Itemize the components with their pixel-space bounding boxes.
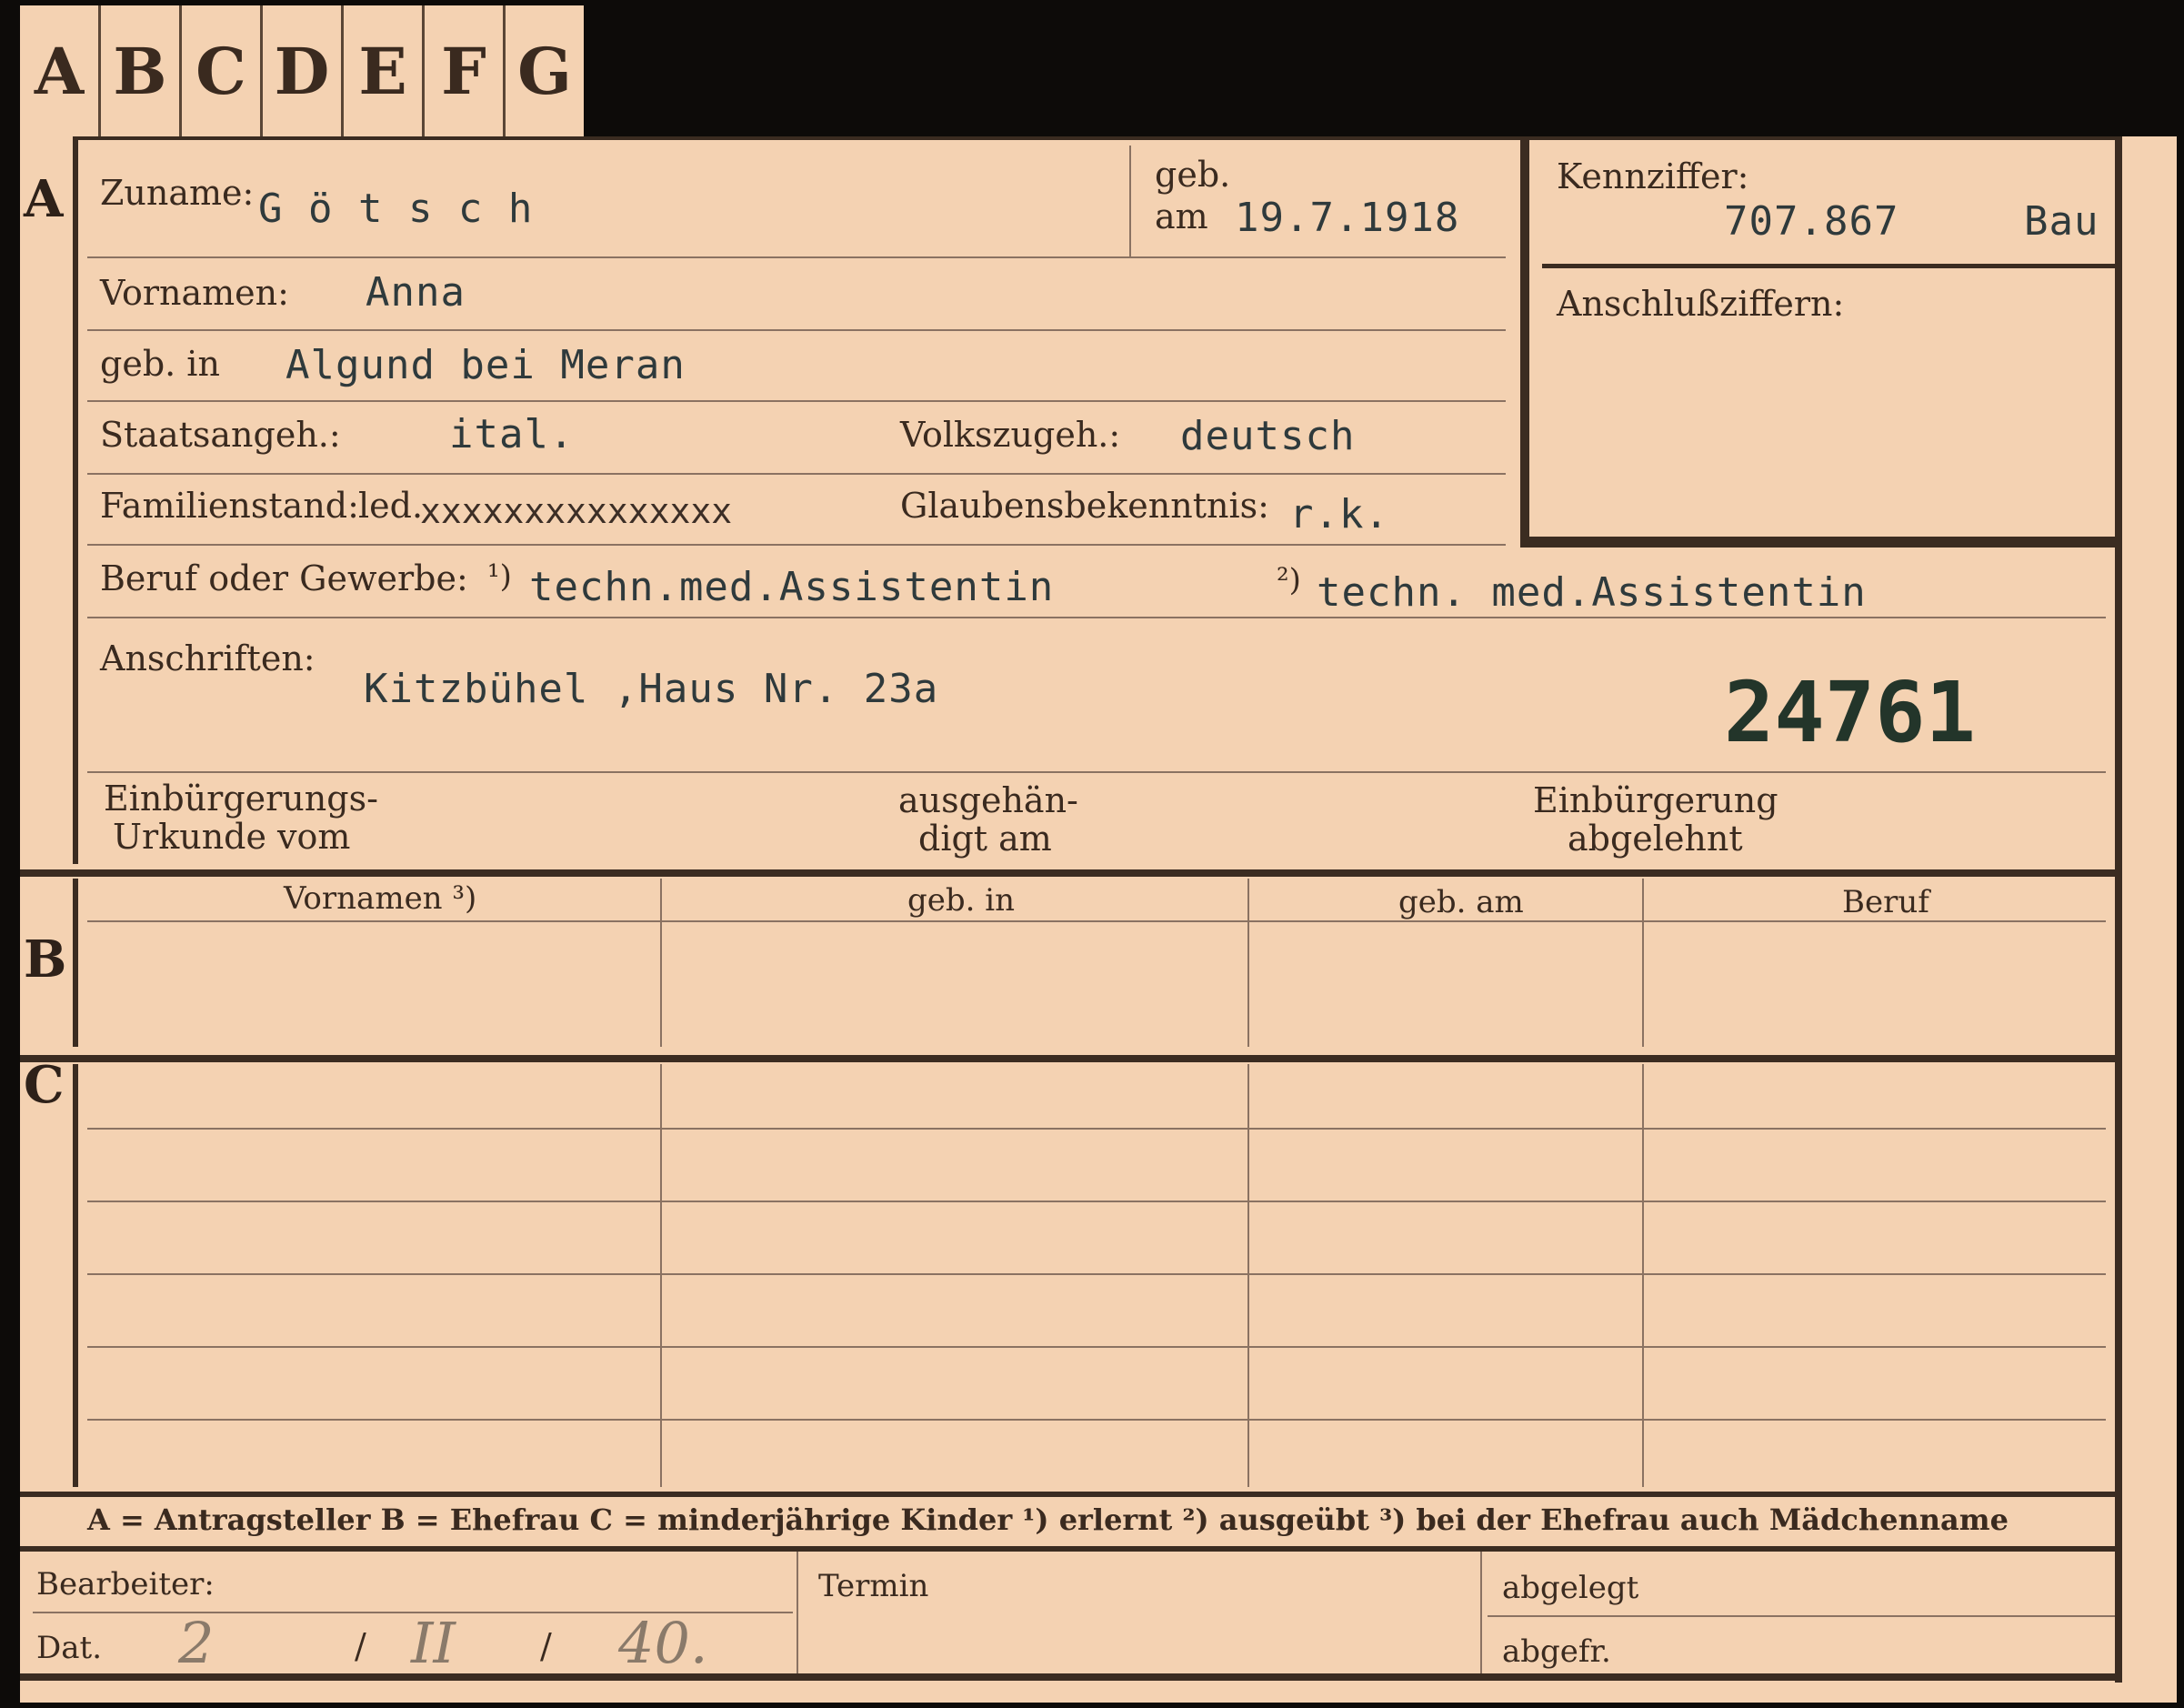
bearbeiter-label: Bearbeiter:	[36, 1566, 215, 1603]
section-b-letter: B	[24, 929, 67, 990]
rule-c-row-4	[87, 1346, 2106, 1348]
rule-b-header	[87, 920, 2106, 922]
b-col-gebin: geb. in	[907, 882, 1016, 919]
dat-sep-2: /	[540, 1626, 552, 1666]
tab-g[interactable]: G	[506, 5, 584, 136]
col-div-3-b	[1642, 879, 1644, 1047]
anschriften-label: Anschriften:	[100, 638, 316, 678]
tab-a[interactable]: A	[20, 5, 101, 136]
kennziffer-suffix: Bau	[2024, 198, 2099, 245]
tab-f[interactable]: F	[425, 5, 506, 136]
beruf-value-1[interactable]: techn.med.Assistentin	[529, 564, 1054, 610]
anschluss-label: Anschlußziffern:	[1557, 284, 1845, 324]
fam-struck-text: xxxxxxxxxxxxxxx	[420, 491, 733, 531]
zuname-value[interactable]: G ö t s c h	[258, 186, 533, 232]
einb-label-2: Urkunde vom	[113, 817, 351, 857]
rule-c-row-3	[87, 1273, 2106, 1275]
zuname-label: Zuname:	[100, 173, 255, 213]
section-a-letter: A	[24, 169, 64, 229]
gebin-value[interactable]: Algund bei Meran	[286, 342, 686, 388]
geb-label-top: geb.	[1155, 155, 1231, 195]
vornamen-value[interactable]: Anna	[366, 269, 466, 316]
beruf-label: Beruf oder Gewerbe:	[100, 558, 468, 598]
b-col-vornamen: Vornamen ³)	[284, 880, 477, 917]
rule-anschriften	[87, 771, 2106, 773]
beruf-mark-1: ¹)	[487, 558, 512, 595]
ausg-label-2: digt am	[918, 819, 1052, 859]
rule-beruf	[87, 617, 2106, 618]
footer-div-2	[1480, 1552, 1482, 1673]
legend-text: A = Antragsteller B = Ehefrau C = minder…	[87, 1502, 2009, 1537]
separator-b-c	[20, 1055, 2120, 1062]
glaube-value[interactable]: r.k.	[1289, 491, 1389, 538]
tab-d[interactable]: D	[263, 5, 344, 136]
tab-c[interactable]: C	[182, 5, 263, 136]
staat-label: Staatsangeh.:	[100, 415, 341, 455]
tab-e[interactable]: E	[344, 5, 425, 136]
termin-label: Termin	[818, 1568, 929, 1604]
kennziffer-value[interactable]: 707.867	[1724, 198, 1898, 245]
dat-month[interactable]: II	[411, 1610, 456, 1676]
footer-div-1	[796, 1552, 798, 1673]
rule-kennziffer	[1542, 264, 2115, 268]
dat-label: Dat.	[36, 1630, 103, 1666]
b-col-gebam: geb. am	[1398, 884, 1524, 920]
register-tabs: A B C D E F G	[20, 5, 584, 136]
col-div-2-b	[1247, 879, 1249, 1047]
abgelegt-label: abgelegt	[1502, 1570, 1639, 1606]
fam-value[interactable]: led.	[358, 486, 423, 526]
section-b-rule	[73, 879, 78, 1047]
rule-geb-divider	[1129, 146, 1131, 256]
beruf-mark-2: ²)	[1277, 562, 1301, 598]
rule-c-row-2	[87, 1201, 2106, 1202]
separator-c-legend	[20, 1492, 2120, 1497]
volk-value[interactable]: deutsch	[1180, 413, 1355, 459]
dat-day[interactable]: 2	[178, 1610, 214, 1676]
tab-b[interactable]: B	[101, 5, 182, 136]
volk-label: Volkszugeh.:	[900, 415, 1121, 455]
b-col-beruf: Beruf	[1842, 884, 1929, 920]
abgefr-label: abgefr.	[1502, 1633, 1611, 1670]
kennziffer-label: Kennziffer:	[1557, 156, 1749, 196]
rule-zuname	[87, 256, 1506, 258]
separator-a-b	[20, 869, 2120, 877]
rule-staat	[87, 473, 1506, 475]
dat-year[interactable]: 40.	[618, 1610, 708, 1676]
rule-c-row-1	[87, 1128, 2106, 1130]
geb-label-bottom: am	[1155, 196, 1208, 236]
rule-vornamen	[87, 329, 1506, 331]
einb-label-1: Einbürgerungs-	[104, 779, 378, 819]
section-c-rule	[73, 1064, 78, 1487]
gebin-label: geb. in	[100, 344, 220, 384]
section-a-rule	[73, 136, 78, 864]
rule-c-row-5	[87, 1419, 2106, 1421]
fam-label: Familienstand:	[100, 486, 359, 526]
anschriften-value[interactable]: Kitzbühel ,Haus Nr. 23a	[364, 666, 938, 712]
rule-fam	[87, 544, 1506, 546]
rule-abgelegt	[1488, 1615, 2115, 1617]
section-c-letter: C	[24, 1055, 65, 1115]
right-border	[2115, 136, 2122, 1683]
vornamen-label: Vornamen:	[100, 273, 289, 313]
col-div-1-b	[660, 879, 662, 1047]
beruf-value-2[interactable]: techn. med.Assistentin	[1317, 569, 1867, 616]
bottom-border	[20, 1673, 2120, 1681]
stamp-number: 24761	[1724, 664, 1976, 761]
dat-sep-1: /	[355, 1626, 366, 1666]
abgel-label-1: Einbürgerung	[1533, 780, 1778, 820]
ausg-label-1: ausgehän-	[898, 780, 1078, 820]
abgel-label-2: abgelehnt	[1568, 819, 1743, 859]
glaube-label: Glaubensbekenntnis:	[900, 486, 1269, 526]
staat-value[interactable]: ital.	[449, 411, 574, 457]
rule-gebin	[87, 400, 1506, 402]
separator-legend-footer	[20, 1546, 2120, 1552]
geb-date-value[interactable]: 19.7.1918	[1235, 195, 1459, 241]
